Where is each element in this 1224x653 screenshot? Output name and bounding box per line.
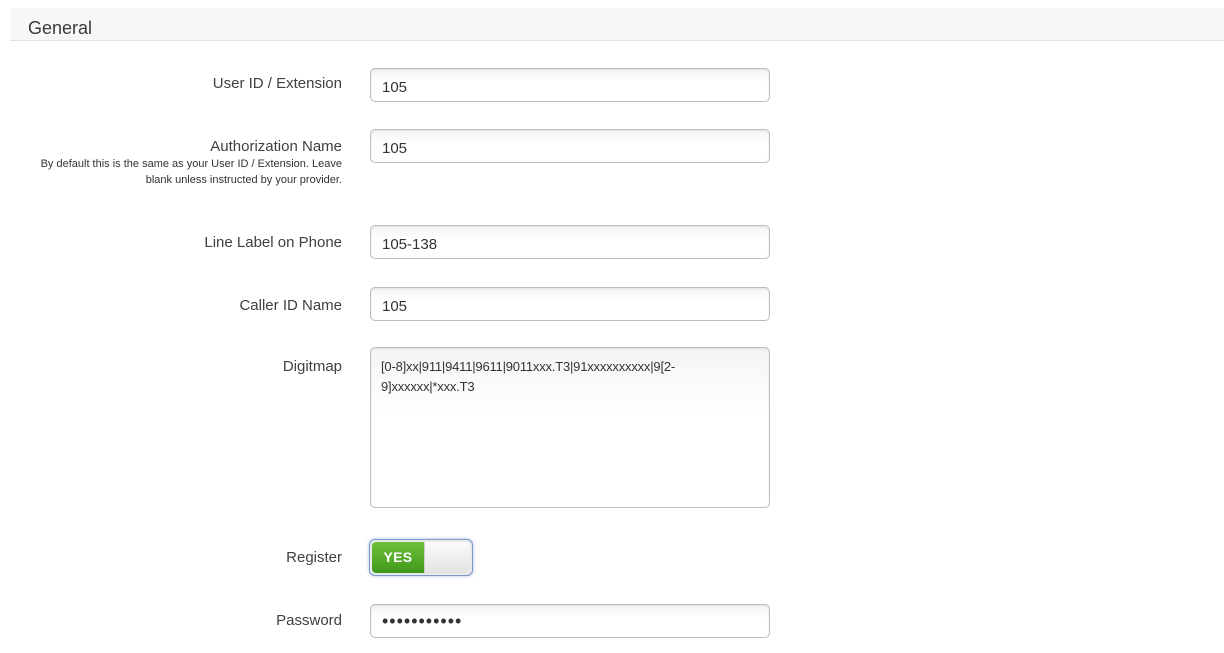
section-header: General bbox=[10, 8, 1224, 41]
password-input[interactable]: ••••••••••• bbox=[370, 604, 770, 638]
user-id-label: User ID / Extension bbox=[212, 75, 342, 92]
line-label-input[interactable] bbox=[370, 225, 770, 259]
digitmap-label: Digitmap bbox=[282, 358, 342, 375]
digitmap-textarea[interactable]: [0-8]xx|911|9411|9611|9011xxx.T3|91xxxxx… bbox=[370, 347, 770, 508]
line-label-label: Line Label on Phone bbox=[204, 234, 342, 251]
settings-page: General User ID / Extension Authorizatio… bbox=[0, 0, 1224, 653]
auth-name-input[interactable] bbox=[370, 129, 770, 163]
section-title: General bbox=[28, 18, 93, 38]
user-id-input[interactable] bbox=[370, 68, 770, 102]
register-toggle-on-state: YES bbox=[372, 542, 424, 573]
caller-id-label: Caller ID Name bbox=[239, 297, 342, 314]
register-toggle-knob[interactable] bbox=[424, 542, 470, 573]
password-label: Password bbox=[276, 612, 342, 629]
auth-name-label: Authorization Name bbox=[210, 138, 342, 155]
auth-name-help: By default this is the same as your User… bbox=[40, 158, 342, 186]
register-toggle[interactable]: YES bbox=[369, 539, 473, 576]
caller-id-input[interactable] bbox=[370, 287, 770, 321]
register-label: Register bbox=[286, 549, 342, 566]
